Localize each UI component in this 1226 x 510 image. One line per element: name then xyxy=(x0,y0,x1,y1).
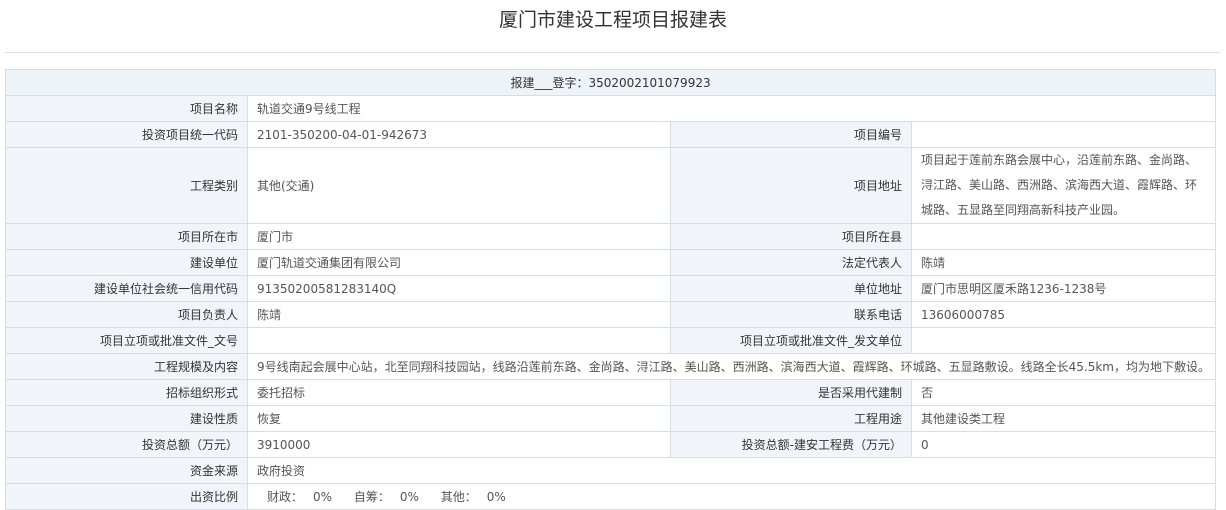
field-value-address: 项目起于莲前东路会展中心，沿莲前东路、金尚路、浔江路、美山路、西洲路、滨海西大道… xyxy=(910,147,1217,224)
table-row: 投资项目统一代码 2101-350200-04-01-942673 项目编号 xyxy=(5,121,1217,148)
ratio-fiscal: 财政： 0% xyxy=(267,490,332,504)
table-row: 项目名称 轨道交通9号线工程 xyxy=(5,95,1217,122)
field-value-tender-form: 委托招标 xyxy=(247,379,671,406)
table-row: 工程规模及内容 9号线南起会展中心站，北至同翔科技园站，线路沿莲前东路、金尚路、… xyxy=(5,353,1217,380)
registration-number: 报建___登字：3502002101079923 xyxy=(4,69,1217,96)
table-row: 项目所在市 厦门市 项目所在县 xyxy=(5,223,1217,250)
field-value-investment-code: 2101-350200-04-01-942673 xyxy=(247,121,671,148)
table-row: 建设性质 恢复 工程用途 其他建设类工程 xyxy=(5,405,1217,432)
field-label-builder: 建设单位 xyxy=(5,249,248,276)
field-value-total-invest: 3910000 xyxy=(247,431,671,458)
table-row: 建设单位社会统一信用代码 91350200581283140Q 单位地址 厦门市… xyxy=(5,275,1217,302)
field-value-usage: 其他建设类工程 xyxy=(910,405,1217,432)
field-value-approval-unit xyxy=(910,327,1217,354)
field-value-install-cost: 0 xyxy=(910,431,1217,458)
ratio-other-value: 0% xyxy=(486,490,506,504)
field-value-city: 厦门市 xyxy=(247,223,671,250)
field-label-investment-code: 投资项目统一代码 xyxy=(5,121,248,148)
field-value-unit-address: 厦门市思明区厦禾路1236-1238号 xyxy=(910,275,1217,302)
field-label-credit-code: 建设单位社会统一信用代码 xyxy=(5,275,248,302)
field-label-county: 项目所在县 xyxy=(670,223,912,250)
table-row: 资金来源 政府投资 xyxy=(5,457,1217,484)
field-value-project-name: 轨道交通9号线工程 xyxy=(246,95,1217,122)
field-label-nature: 建设性质 xyxy=(5,405,248,432)
field-label-total-invest: 投资总额（万元） xyxy=(5,431,248,458)
field-value-credit-code: 91350200581283140Q xyxy=(247,275,671,302)
field-value-approval-doc xyxy=(247,327,671,354)
ratio-self-value: 0% xyxy=(399,490,419,504)
field-value-category: 其他(交通) xyxy=(247,147,671,224)
ratio-self-label: 自筹： xyxy=(353,490,390,504)
table-row: 建设单位 厦门轨道交通集团有限公司 法定代表人 陈靖 xyxy=(5,249,1217,276)
table-row: 投资总额（万元） 3910000 投资总额-建安工程费（万元） 0 xyxy=(5,431,1217,458)
field-label-manager: 项目负责人 xyxy=(5,301,248,328)
field-label-unit-address: 单位地址 xyxy=(670,275,912,302)
ratio-other-label: 其他： xyxy=(440,490,477,504)
ratio-fiscal-label: 财政： xyxy=(267,490,304,504)
ratio-other: 其他： 0% xyxy=(441,490,506,504)
field-label-usage: 工程用途 xyxy=(670,405,912,432)
field-value-manager: 陈靖 xyxy=(247,301,671,328)
field-label-address: 项目地址 xyxy=(670,147,912,224)
field-value-agent-build: 否 xyxy=(910,379,1217,406)
field-label-fund-source: 资金来源 xyxy=(5,457,248,484)
registration-form-table: 报建___登字：3502002101079923 项目名称 轨道交通9号线工程 … xyxy=(4,69,1217,510)
field-value-county xyxy=(910,223,1217,250)
table-row: 项目立项或批准文件_文号 项目立项或批准文件_发文单位 xyxy=(5,327,1217,354)
field-value-scale: 9号线南起会展中心站，北至同翔科技园站，线路沿莲前东路、金尚路、浔江路、美山路、… xyxy=(246,353,1217,380)
field-value-project-no xyxy=(910,121,1217,148)
field-label-legal-rep: 法定代表人 xyxy=(670,249,912,276)
registration-row: 报建___登字：3502002101079923 xyxy=(4,69,1217,96)
ratio-fiscal-value: 0% xyxy=(313,490,333,504)
table-row: 项目负责人 陈靖 联系电话 13606000785 xyxy=(5,301,1217,328)
field-label-category: 工程类别 xyxy=(5,147,248,224)
field-label-approval-unit: 项目立项或批准文件_发文单位 xyxy=(670,327,912,354)
field-value-fund-source: 政府投资 xyxy=(246,457,1217,484)
field-value-legal-rep: 陈靖 xyxy=(910,249,1217,276)
field-value-nature: 恢复 xyxy=(247,405,671,432)
field-value-builder: 厦门轨道交通集团有限公司 xyxy=(247,249,671,276)
field-label-ratio: 出资比例 xyxy=(5,483,248,510)
table-row: 招标组织形式 委托招标 是否采用代建制 否 xyxy=(5,379,1217,406)
field-label-agent-build: 是否采用代建制 xyxy=(670,379,912,406)
page-title: 厦门市建设工程项目报建表 xyxy=(498,9,727,31)
field-label-phone: 联系电话 xyxy=(670,301,912,328)
table-row: 出资比例 财政： 0% 自筹： 0% 其他： 0% xyxy=(5,483,1217,510)
field-label-approval-doc: 项目立项或批准文件_文号 xyxy=(5,327,248,354)
field-label-scale: 工程规模及内容 xyxy=(5,353,248,380)
field-label-tender-form: 招标组织形式 xyxy=(5,379,248,406)
ratio-self: 自筹： 0% xyxy=(354,490,419,504)
table-row: 工程类别 其他(交通) 项目地址 项目起于莲前东路会展中心，沿莲前东路、金尚路、… xyxy=(5,147,1217,224)
field-label-project-no: 项目编号 xyxy=(670,121,912,148)
field-label-project-name: 项目名称 xyxy=(5,95,248,122)
field-value-ratio: 财政： 0% 自筹： 0% 其他： 0% xyxy=(246,483,1217,510)
field-value-phone: 13606000785 xyxy=(910,301,1217,328)
field-label-city: 项目所在市 xyxy=(5,223,248,250)
field-label-install-cost: 投资总额-建安工程费（万元） xyxy=(670,431,912,458)
